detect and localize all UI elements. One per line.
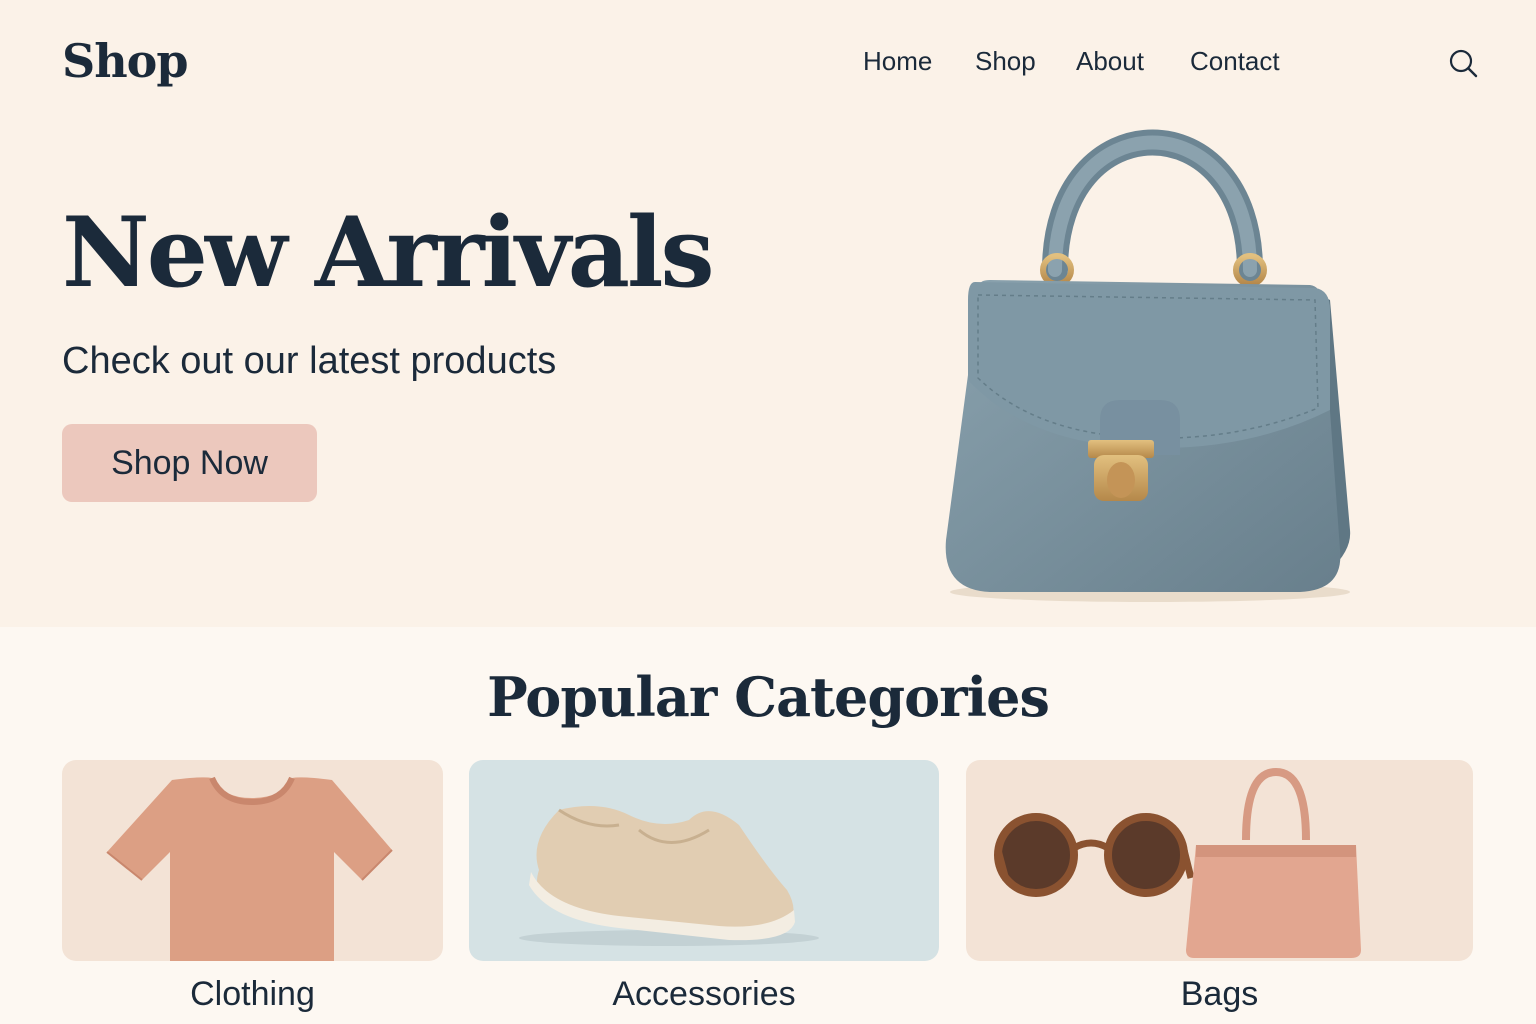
hero-title: New Arrivals xyxy=(62,196,714,309)
nav-home[interactable]: Home xyxy=(863,46,932,77)
main-nav: Home Shop About Contact xyxy=(0,46,1536,80)
category-label-accessories[interactable]: Accessories xyxy=(469,975,939,1014)
nav-contact[interactable]: Contact xyxy=(1190,46,1280,77)
nav-about[interactable]: About xyxy=(1076,46,1144,77)
tshirt-image xyxy=(106,776,393,961)
shop-now-button[interactable]: Shop Now xyxy=(62,424,317,502)
hero-subtitle: Check out our latest products xyxy=(62,340,557,382)
sunglasses-tote-image xyxy=(994,767,1361,958)
category-label-clothing[interactable]: Clothing xyxy=(62,975,443,1014)
section-title: Popular Categories xyxy=(487,665,1050,729)
category-card-bags[interactable] xyxy=(966,760,1473,961)
search-icon[interactable] xyxy=(1448,48,1478,78)
category-label-bags[interactable]: Bags xyxy=(966,975,1473,1014)
category-card-clothing[interactable] xyxy=(62,760,443,961)
handbag-image xyxy=(920,110,1380,610)
shoe-image xyxy=(519,806,819,946)
category-card-accessories[interactable] xyxy=(469,760,939,961)
nav-shop[interactable]: Shop xyxy=(975,46,1036,77)
